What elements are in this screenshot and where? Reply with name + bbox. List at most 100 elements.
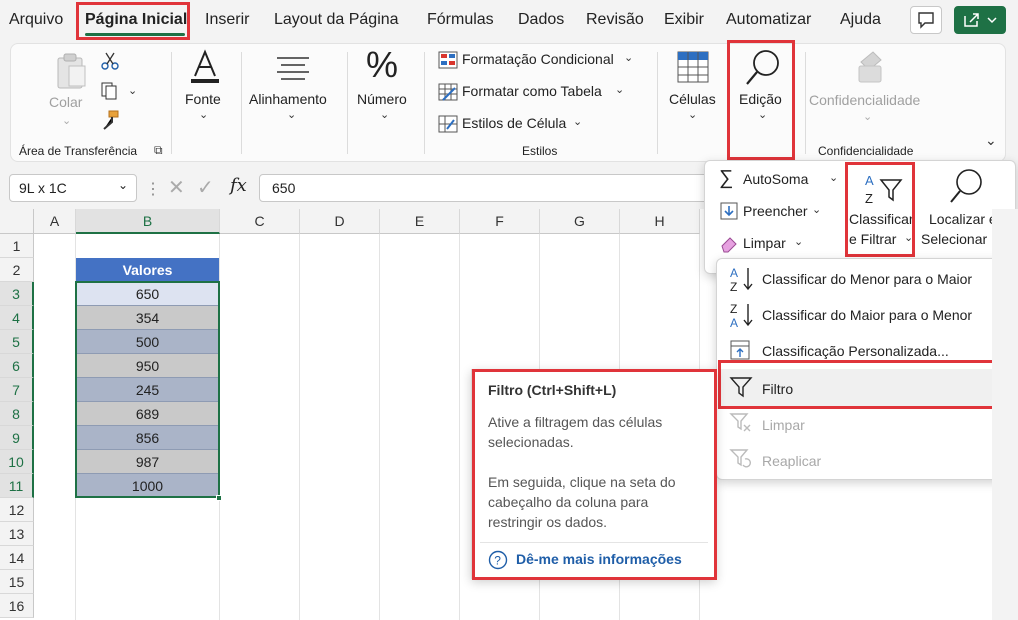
row-header-4[interactable]: 4 xyxy=(0,306,34,330)
active-tab-indicator xyxy=(85,33,185,36)
row-header-3[interactable]: 3 xyxy=(0,282,34,306)
row-header-15[interactable]: 15 xyxy=(0,570,34,594)
drag-handle-icon[interactable]: ⋮ xyxy=(145,179,161,199)
sensitivity-button[interactable]: Confidencialidade xyxy=(809,92,920,108)
table-cell[interactable]: 856 xyxy=(76,426,219,450)
tooltip-instructions: Em seguida, clique na seta do cabeçalho … xyxy=(488,474,676,530)
reapply-item[interactable]: Reaplicar xyxy=(762,453,821,469)
chevron-down-icon: ⌄ xyxy=(287,109,297,121)
select-all-corner[interactable] xyxy=(0,209,34,234)
copy-icon[interactable] xyxy=(99,80,121,100)
ribbon-collapse-icon[interactable]: ⌄ xyxy=(985,132,997,149)
cell-styles-button[interactable]: Estilos de Célula xyxy=(462,115,566,131)
sort-filter-label-2[interactable]: e Filtrar xyxy=(849,231,896,247)
tab-exibir[interactable]: Exibir xyxy=(664,11,704,29)
row-header-5[interactable]: 5 xyxy=(0,330,34,354)
row-header-6[interactable]: 6 xyxy=(0,354,34,378)
formula-input[interactable]: 650 xyxy=(259,174,709,202)
alignment-label[interactable]: Alinhamento xyxy=(249,91,327,107)
find-select-label-2[interactable]: Selecionar xyxy=(921,231,987,247)
dialog-launcher-icon[interactable]: ⧉ xyxy=(154,143,163,158)
cells-label[interactable]: Células xyxy=(669,91,716,107)
insert-function-icon[interactable]: fx xyxy=(230,175,247,196)
row-header-1[interactable]: 1 xyxy=(0,234,34,258)
chevron-down-icon: ⌄ xyxy=(199,109,209,121)
tab-ajuda[interactable]: Ajuda xyxy=(840,11,881,29)
table-cell[interactable]: 689 xyxy=(76,402,219,426)
format-painter-icon[interactable] xyxy=(99,109,121,131)
comments-button[interactable] xyxy=(910,6,942,34)
fill-button[interactable]: Preencher xyxy=(743,203,808,219)
cancel-icon[interactable]: ✕ xyxy=(168,175,185,200)
table-cell[interactable]: 950 xyxy=(76,354,219,378)
filter-item[interactable]: Filtro xyxy=(762,381,793,397)
tab-inserir[interactable]: Inserir xyxy=(205,11,249,29)
row-header-2[interactable]: 2 xyxy=(0,258,34,282)
table-header-cell[interactable]: Valores xyxy=(76,258,219,282)
row-header-7[interactable]: 7 xyxy=(0,378,34,402)
column-header-g[interactable]: G xyxy=(540,209,620,234)
share-button[interactable] xyxy=(954,6,1006,34)
sort-descending-item[interactable]: Classificar do Maior para o Menor xyxy=(762,307,972,323)
number-label[interactable]: Número xyxy=(357,91,407,107)
sort-filter-icon: AZ xyxy=(865,173,903,206)
column-header-d[interactable]: D xyxy=(300,209,380,234)
row-header-12[interactable]: 12 xyxy=(0,498,34,522)
conditional-formatting-button[interactable]: Formatação Condicional xyxy=(462,51,614,67)
column-header-a[interactable]: A xyxy=(34,209,76,234)
tab-revisao[interactable]: Revisão xyxy=(586,11,644,29)
table-cell[interactable]: 987 xyxy=(76,450,219,474)
tooltip-title: Filtro (Ctrl+Shift+L) xyxy=(488,382,617,398)
tab-automatizar[interactable]: Automatizar xyxy=(726,11,811,29)
clear-filter-item[interactable]: Limpar xyxy=(762,417,805,433)
row-header-10[interactable]: 10 xyxy=(0,450,34,474)
fill-handle[interactable] xyxy=(216,495,222,501)
column-header-b[interactable]: B xyxy=(76,209,220,234)
autosum-button[interactable]: AutoSoma xyxy=(743,171,808,187)
name-box-value: 9L x 1C xyxy=(19,180,67,196)
column-header-h[interactable]: H xyxy=(620,209,700,234)
row-header-11[interactable]: 11 xyxy=(0,474,34,498)
row-header-8[interactable]: 8 xyxy=(0,402,34,426)
column-header-c[interactable]: C xyxy=(220,209,300,234)
menu-bar: Arquivo Página Inicial Inserir Layout da… xyxy=(0,0,1018,42)
row-header-14[interactable]: 14 xyxy=(0,546,34,570)
clear-button[interactable]: Limpar xyxy=(743,235,786,251)
chevron-down-icon: ⌄ xyxy=(62,115,72,127)
sort-ascending-icon: AZ xyxy=(730,266,753,293)
table-cell[interactable]: 500 xyxy=(76,330,219,354)
tab-formulas[interactable]: Fórmulas xyxy=(427,11,494,29)
find-icon xyxy=(950,169,982,203)
table-cell[interactable]: 650 xyxy=(76,282,219,306)
format-as-table-button[interactable]: Formatar como Tabela xyxy=(462,83,602,99)
vertical-scrollbar[interactable] xyxy=(992,209,1018,620)
share-icon xyxy=(964,13,997,27)
confirm-icon[interactable]: ✓ xyxy=(197,175,214,200)
format-table-icon xyxy=(438,83,458,101)
paste-label[interactable]: Colar xyxy=(49,94,82,110)
tab-layout-da-pagina[interactable]: Layout da Página xyxy=(274,11,399,29)
column-header-e[interactable]: E xyxy=(380,209,460,234)
scissors-icon[interactable] xyxy=(99,51,121,71)
tab-pagina-inicial[interactable]: Página Inicial xyxy=(85,11,187,29)
sort-filter-label-1[interactable]: Classificar xyxy=(849,211,914,227)
sort-filter-menu: AZ Classificar do Menor para o Maior ZA … xyxy=(716,258,1016,480)
clear-filter-icon xyxy=(729,413,751,432)
row-header-16[interactable]: 16 xyxy=(0,594,34,618)
font-label[interactable]: Fonte xyxy=(185,91,221,107)
editing-label[interactable]: Edição xyxy=(739,91,782,107)
table-cell[interactable]: 354 xyxy=(76,306,219,330)
sort-ascending-item[interactable]: Classificar do Menor para o Maior xyxy=(762,271,972,287)
table-cell[interactable]: 245 xyxy=(76,378,219,402)
row-header-13[interactable]: 13 xyxy=(0,522,34,546)
tab-dados[interactable]: Dados xyxy=(518,11,564,29)
column-header-f[interactable]: F xyxy=(460,209,540,234)
learn-more-link[interactable]: Dê-me mais informações xyxy=(516,551,682,567)
separator xyxy=(805,52,806,154)
tab-arquivo[interactable]: Arquivo xyxy=(9,11,63,29)
find-select-label-1[interactable]: Localizar e xyxy=(929,211,997,227)
table-cell[interactable]: 1000 xyxy=(76,474,219,498)
row-header-9[interactable]: 9 xyxy=(0,426,34,450)
custom-sort-item[interactable]: Classificação Personalizada... xyxy=(762,343,949,359)
name-box[interactable]: 9L x 1C ⌄ xyxy=(9,174,137,202)
